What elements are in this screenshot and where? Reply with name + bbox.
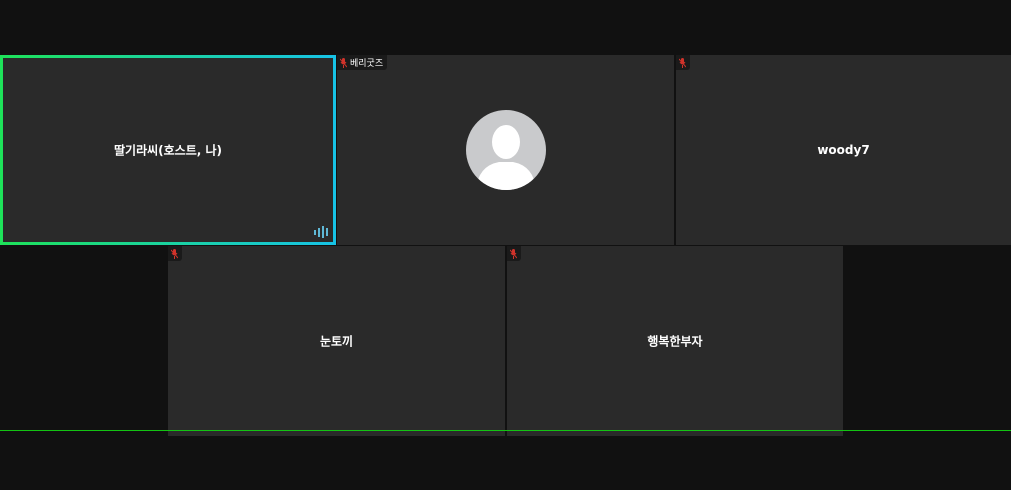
- participant-name: 눈토끼: [319, 334, 354, 349]
- participant-tile[interactable]: woody7: [676, 55, 1011, 245]
- participant-name: 딸기라씨(호스트, 나): [113, 143, 223, 158]
- participant-tile-host[interactable]: 딸기라씨(호스트, 나): [0, 55, 336, 245]
- person-silhouette-icon: [475, 125, 536, 190]
- avatar: [465, 110, 546, 190]
- muted-mic-icon: [171, 248, 178, 259]
- name-badge: [507, 246, 521, 261]
- name-badge: [168, 246, 182, 261]
- name-badge: [676, 55, 690, 70]
- participant-tile[interactable]: 베리굿즈: [337, 55, 674, 245]
- name-badge: 베리굿즈: [337, 55, 388, 70]
- divider-line: [0, 430, 1011, 431]
- participant-name-badge: 베리굿즈: [350, 59, 384, 69]
- muted-mic-icon: [340, 57, 347, 68]
- muted-mic-icon: [679, 57, 686, 68]
- participant-tile[interactable]: 눈토끼: [168, 246, 505, 436]
- participant-name: 행복한부자: [647, 334, 703, 349]
- audio-level-icon: [314, 226, 328, 238]
- participant-tile[interactable]: 행복한부자: [507, 246, 843, 436]
- participant-name: woody7: [817, 143, 870, 157]
- muted-mic-icon: [510, 248, 517, 259]
